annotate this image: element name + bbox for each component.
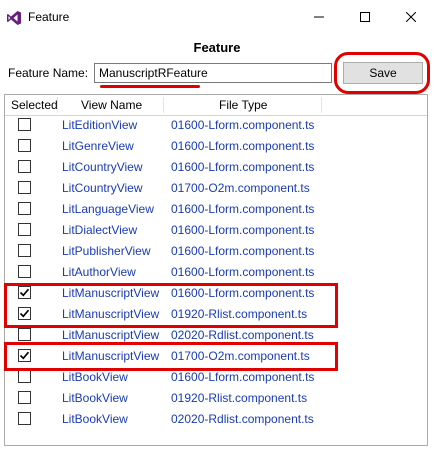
file-type-cell: 01600-Lform.component.ts	[171, 139, 315, 153]
column-header-view-name[interactable]: View Name	[81, 95, 142, 115]
file-type-cell: 01600-Lform.component.ts	[171, 244, 315, 258]
view-name-cell: LitPublisherView	[62, 244, 151, 258]
annotation-highlight-save	[334, 52, 430, 94]
row-checkbox[interactable]	[18, 391, 31, 404]
file-type-cell: 01700-O2m.component.ts	[171, 181, 310, 195]
file-type-cell: 02020-Rdlist.component.ts	[171, 412, 314, 426]
view-name-cell: LitBookView	[62, 412, 128, 426]
table-row[interactable]: LitDialectView 01600-Lform.component.ts	[5, 220, 427, 241]
table-row[interactable]: LitCountryView 01600-Lform.component.ts	[5, 157, 427, 178]
feature-name-label: Feature Name:	[8, 66, 89, 80]
annotation-highlight-rows	[4, 283, 338, 328]
file-type-cell: 01600-Lform.component.ts	[171, 160, 315, 174]
grid-header: Selected View Name File Type	[5, 95, 427, 116]
column-divider[interactable]	[321, 97, 322, 113]
column-divider[interactable]	[163, 97, 164, 113]
minimize-icon	[314, 16, 324, 18]
view-name-cell: LitBookView	[62, 370, 128, 384]
file-type-cell: 01600-Lform.component.ts	[171, 202, 315, 216]
row-checkbox[interactable]	[18, 223, 31, 236]
view-name-cell: LitDialectView	[62, 223, 138, 237]
annotation-highlight-row	[4, 342, 338, 371]
table-row[interactable]: LitBookView 01920-Rlist.component.ts	[5, 388, 427, 409]
row-checkbox[interactable]	[18, 328, 31, 341]
row-checkbox[interactable]	[18, 181, 31, 194]
feature-name-input[interactable]	[94, 63, 332, 83]
row-checkbox[interactable]	[18, 244, 31, 257]
title-bar: Feature	[0, 0, 434, 34]
annotation-underline	[100, 85, 200, 88]
table-row[interactable]: LitCountryView 01700-O2m.component.ts	[5, 178, 427, 199]
table-row[interactable]: LitBookView 02020-Rdlist.component.ts	[5, 409, 427, 430]
view-name-cell: LitCountryView	[62, 181, 143, 195]
row-checkbox[interactable]	[18, 412, 31, 425]
close-icon	[406, 12, 416, 22]
column-header-file-type[interactable]: File Type	[219, 95, 267, 115]
visual-studio-icon	[6, 10, 22, 26]
table-row[interactable]: LitEditionView 01600-Lform.component.ts	[5, 115, 427, 136]
table-row[interactable]: LitLanguageView 01600-Lform.component.ts	[5, 199, 427, 220]
view-name-cell: LitManuscriptView	[62, 328, 160, 342]
view-name-cell: LitLanguageView	[62, 202, 154, 216]
row-checkbox[interactable]	[18, 265, 31, 278]
row-checkbox[interactable]	[18, 139, 31, 152]
file-type-cell: 02020-Rdlist.component.ts	[171, 328, 314, 342]
view-name-cell: LitBookView	[62, 391, 128, 405]
file-type-cell: 01600-Lform.component.ts	[171, 370, 315, 384]
table-row[interactable]: LitPublisherView 01600-Lform.component.ts	[5, 241, 427, 262]
row-checkbox[interactable]	[18, 370, 31, 383]
views-grid[interactable]: Selected View Name File Type LitEditionV…	[4, 94, 428, 446]
row-checkbox[interactable]	[18, 118, 31, 131]
window-title: Feature	[28, 10, 70, 24]
file-type-cell: 01600-Lform.component.ts	[171, 118, 315, 132]
view-name-cell: LitGenreView	[62, 139, 134, 153]
maximize-icon	[360, 12, 370, 22]
maximize-button[interactable]	[342, 0, 388, 34]
file-type-cell: 01600-Lform.component.ts	[171, 223, 315, 237]
view-name-cell: LitAuthorView	[62, 265, 136, 279]
file-type-cell: 01920-Rlist.component.ts	[171, 391, 308, 405]
row-checkbox[interactable]	[18, 160, 31, 173]
file-type-cell: 01600-Lform.component.ts	[171, 265, 315, 279]
view-name-cell: LitCountryView	[62, 160, 143, 174]
close-button[interactable]	[388, 0, 434, 34]
view-name-cell: LitEditionView	[62, 118, 138, 132]
table-row[interactable]: LitAuthorView 01600-Lform.component.ts	[5, 262, 427, 283]
column-header-selected[interactable]: Selected	[11, 95, 58, 115]
table-row[interactable]: LitGenreView 01600-Lform.component.ts	[5, 136, 427, 157]
column-divider[interactable]	[57, 97, 58, 113]
row-checkbox[interactable]	[18, 202, 31, 215]
minimize-button[interactable]	[296, 0, 342, 34]
